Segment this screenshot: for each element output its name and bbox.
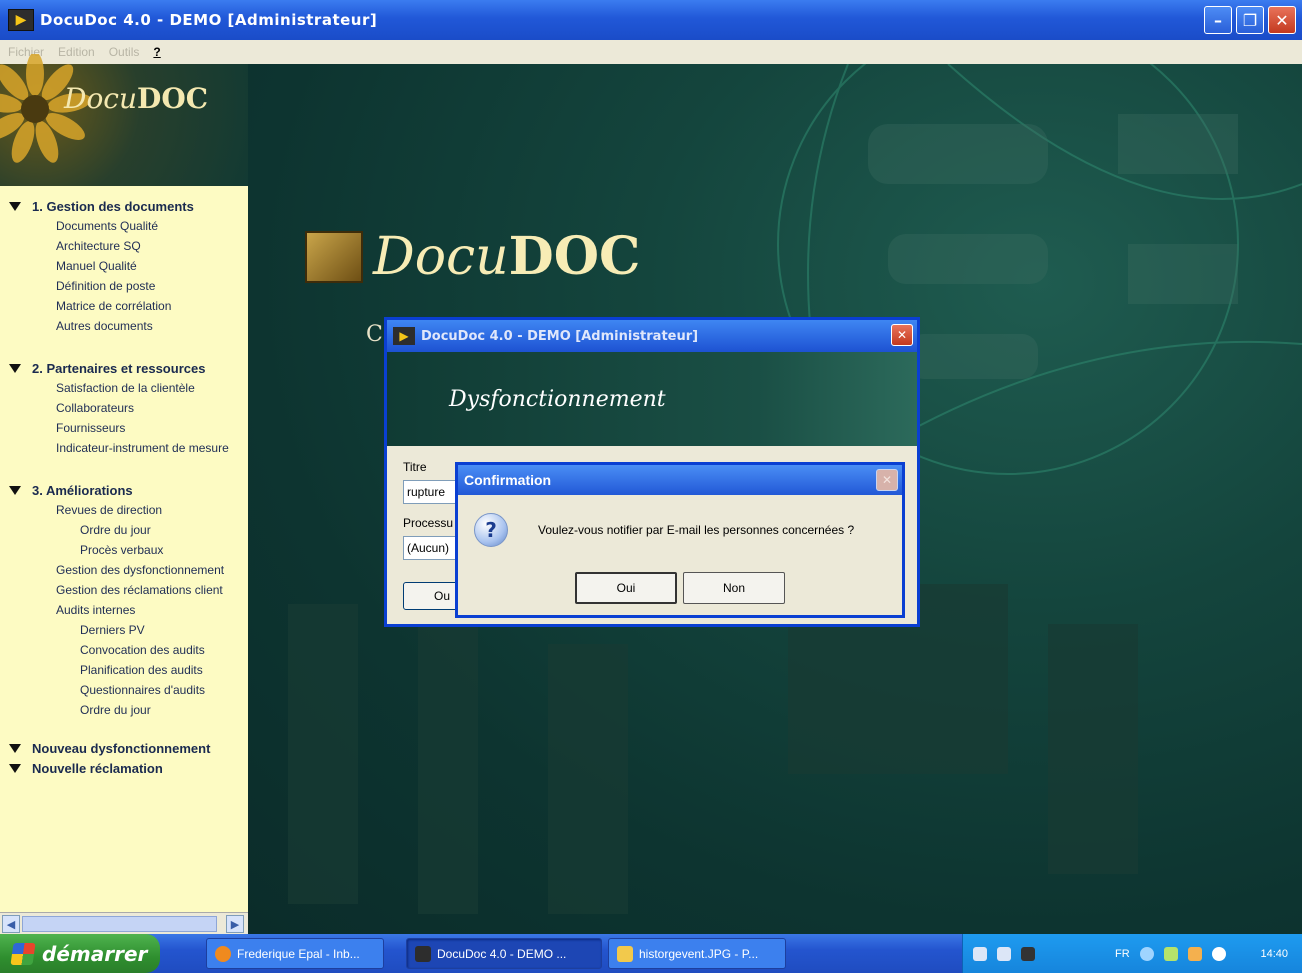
window-title: DocuDoc 4.0 - DEMO [Administrateur] [40,11,378,29]
action-nouveau-dysfonctionnement[interactable]: Nouveau dysfonctionnement [8,738,248,758]
docudoc-app-icon: ▶ [393,327,415,345]
nav-item-revues-direction[interactable]: Revues de direction [56,500,248,520]
dialog-banner: Dysfonctionnement [387,352,917,446]
titre-label: Titre [403,460,427,474]
docudoc-app-icon [415,945,431,962]
sidebar-nav: 1. Gestion des documents Documents Quali… [0,186,248,934]
taskbar-item-image-viewer[interactable]: historgevent.JPG - P... [608,938,786,969]
nav-item-documents-qualite[interactable]: Documents Qualité [56,216,248,236]
processus-label: Processu [403,516,454,530]
nav-item-indicateur[interactable]: Indicateur-instrument de mesure [56,438,248,458]
sidebar-logo: DocuDOC [64,82,208,115]
nav-item-autres-documents[interactable]: Autres documents [56,316,248,336]
collapse-arrow-icon[interactable] [8,200,22,212]
section-partenaires[interactable]: 2. Partenaires et ressources [8,358,248,378]
restore-button[interactable]: ❐ [1236,6,1264,34]
nav-item-matrice-correlation[interactable]: Matrice de corrélation [56,296,248,316]
tray-app-icon[interactable] [997,946,1011,961]
main-docudoc-logo: DocuDOC [305,226,640,287]
nav-item-fournisseurs[interactable]: Fournisseurs [56,418,248,438]
nav-item-definition-poste[interactable]: Définition de poste [56,276,248,296]
titre-input[interactable]: rupture [403,480,463,504]
docudoc-logo-icon [305,230,363,283]
nav-item-planification-audits[interactable]: Planification des audits [80,660,248,680]
dialog-action-button[interactable]: Ou [403,582,463,610]
scroll-right-icon[interactable]: ▶ [226,915,244,933]
action-arrow-icon [8,742,22,754]
nav-item-manuel-qualite[interactable]: Manuel Qualité [56,256,248,276]
dialog-close-button[interactable]: ✕ [891,324,913,346]
tray-app-icon[interactable] [1021,946,1035,961]
nav-item-questionnaires-audits[interactable]: Questionnaires d'audits [80,680,248,700]
start-button[interactable]: démarrer [0,934,160,973]
security-icon[interactable] [1163,946,1178,961]
nav-item-gestion-reclamations[interactable]: Gestion des réclamations client [56,580,248,600]
windows-flag-icon [10,942,36,965]
image-viewer-icon [617,945,633,962]
minimize-button[interactable]: – [1204,6,1232,34]
collapse-arrow-icon[interactable] [8,484,22,496]
nav-item-gestion-dysfonctionnement[interactable]: Gestion des dysfonctionnement [56,560,248,580]
window-titlebar[interactable]: ▶ DocuDoc 4.0 - DEMO [Administrateur] – … [0,0,1302,40]
taskbar: démarrer Frederique Epal - Inb... DocuDo… [0,934,1302,973]
nav-item-collaborateurs[interactable]: Collaborateurs [56,398,248,418]
scroll-thumb[interactable] [22,916,217,932]
menu-outils[interactable]: Outils [109,45,140,59]
action-nouvelle-reclamation[interactable]: Nouvelle réclamation [8,758,248,778]
sidebar-header: DocuDOC [0,54,248,186]
sidebar-horizontal-scrollbar[interactable]: ◀ ▶ [0,912,248,934]
nav-item-architecture-sq[interactable]: Architecture SQ [56,236,248,256]
taskbar-clock[interactable]: 14:40 [1260,948,1288,960]
mail-app-icon [215,945,231,962]
processus-select[interactable]: (Aucun) [403,536,463,560]
network-icon[interactable] [1139,946,1154,961]
menu-bar: Fichier Edition Outils ? [0,40,1302,64]
scroll-left-icon[interactable]: ◀ [2,915,20,933]
oui-button[interactable]: Oui [575,572,677,604]
nav-item-satisfaction[interactable]: Satisfaction de la clientèle [56,378,248,398]
dialog-banner-title: Dysfonctionnement [449,386,666,412]
partial-heading-text: C [366,322,383,347]
nav-item-derniers-pv[interactable]: Derniers PV [80,620,248,640]
confirmation-title: Confirmation [464,472,552,488]
confirmation-close-button[interactable]: ✕ [876,469,898,491]
action-arrow-icon [8,762,22,774]
volume-icon[interactable] [1187,946,1202,961]
nav-item-audits-internes[interactable]: Audits internes [56,600,248,620]
docudoc-app-icon: ▶ [8,9,34,31]
collapse-arrow-icon[interactable] [8,362,22,374]
confirmation-titlebar[interactable]: Confirmation ✕ [458,465,902,495]
confirmation-message: Voulez-vous notifier par E-mail les pers… [538,523,855,537]
nav-item-proces-verbaux[interactable]: Procès verbaux [80,540,248,560]
section-gestion-documents[interactable]: 1. Gestion des documents [8,196,248,216]
clock-icon [1211,946,1226,961]
confirmation-dialog: Confirmation ✕ ? Voulez-vous notifier pa… [455,462,905,618]
section-ameliorations[interactable]: 3. Améliorations [8,480,248,500]
question-icon: ? [474,513,508,547]
menu-help[interactable]: ? [153,45,160,59]
dialog-titlebar[interactable]: ▶ DocuDoc 4.0 - DEMO [Administrateur] ✕ [387,320,917,352]
nav-item-ordre-du-jour[interactable]: Ordre du jour [80,520,248,540]
dialog-title: DocuDoc 4.0 - DEMO [Administrateur] [421,328,699,344]
nav-item-convocation-audits[interactable]: Convocation des audits [80,640,248,660]
language-indicator[interactable]: FR [1115,948,1130,960]
system-tray: FR 14:40 [962,934,1302,973]
close-button[interactable]: ✕ [1268,6,1296,34]
taskbar-item-mail[interactable]: Frederique Epal - Inb... [206,938,384,969]
taskbar-item-docudoc[interactable]: DocuDoc 4.0 - DEMO ... [406,938,602,969]
non-button[interactable]: Non [683,572,785,604]
tray-app-icon[interactable] [973,946,987,961]
nav-item-ordre-du-jour-audit[interactable]: Ordre du jour [80,700,248,720]
window-controls: – ❐ ✕ [1204,6,1296,34]
